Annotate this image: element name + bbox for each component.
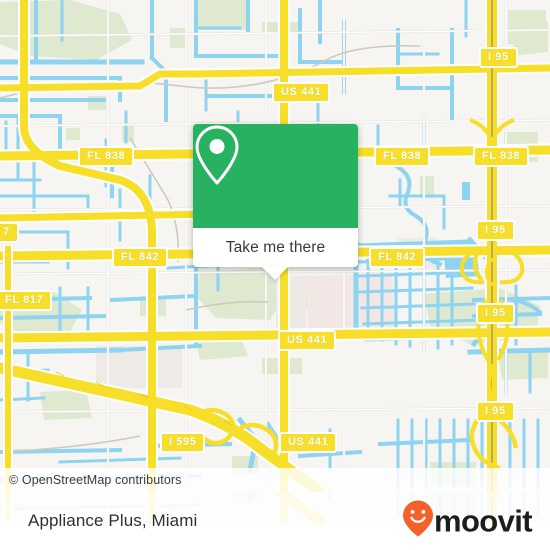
road-shield: US 441 bbox=[278, 330, 337, 351]
road-shield: US 441 bbox=[279, 432, 338, 453]
road-shield: FL 838 bbox=[78, 146, 135, 167]
callout-card-header bbox=[193, 124, 358, 228]
map-attribution-bar: © OpenStreetMap contributors bbox=[0, 468, 550, 492]
callout-action-area[interactable]: Take me there bbox=[193, 228, 358, 267]
callout-tail bbox=[261, 266, 289, 280]
road-shield: FL 817 bbox=[0, 290, 53, 311]
destination-callout-card[interactable]: Take me there bbox=[193, 124, 358, 280]
place-title: Appliance Plus, Miami bbox=[28, 511, 198, 530]
map-canvas[interactable]: I 95 US 441 FL 838 FL 838 FL 838 7 I 95 FL 842 F… bbox=[0, 0, 550, 492]
road-shield: FL 838 bbox=[374, 146, 431, 167]
road-shield: I 95 bbox=[476, 401, 515, 422]
road-shield: FL 842 bbox=[369, 247, 426, 268]
road-shield: I 95 bbox=[476, 303, 515, 324]
road-shield: I 595 bbox=[160, 432, 206, 453]
road-shield: I 95 bbox=[479, 47, 518, 68]
moovit-smiley-pin-icon bbox=[402, 500, 433, 542]
road-shield: US 441 bbox=[272, 82, 331, 103]
road-shield: 7 bbox=[0, 222, 19, 243]
road-shield: FL 838 bbox=[473, 146, 530, 167]
moovit-wordmark: moovit bbox=[433, 503, 533, 539]
moovit-brand[interactable]: moovit bbox=[402, 500, 533, 542]
map-screen: I 95 US 441 FL 838 FL 838 FL 838 7 I 95 FL 842 F… bbox=[0, 0, 550, 550]
footer-bar: Appliance Plus, Miami moovit bbox=[0, 492, 550, 550]
take-me-there-label: Take me there bbox=[225, 238, 326, 256]
road-shield: I 95 bbox=[476, 220, 515, 241]
road-shield: FL 842 bbox=[112, 247, 169, 268]
osm-attribution-text[interactable]: © OpenStreetMap contributors bbox=[0, 473, 182, 487]
